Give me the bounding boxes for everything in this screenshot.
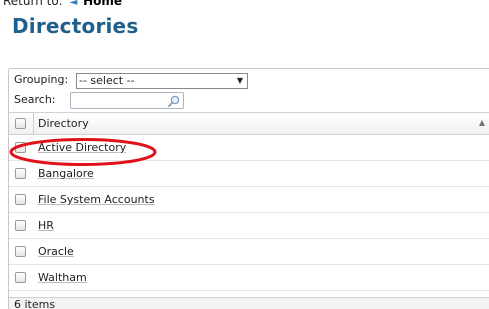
search-icon[interactable] bbox=[167, 94, 181, 108]
return-to-breadcrumb: Return to: ◄ Home bbox=[3, 0, 122, 8]
sort-ascending-icon[interactable]: ▲ bbox=[479, 118, 485, 127]
home-link[interactable]: Home bbox=[83, 0, 122, 8]
table-row[interactable]: File System Accounts bbox=[9, 187, 489, 213]
item-count: 6 items bbox=[14, 298, 56, 309]
directory-link[interactable]: Bangalore bbox=[38, 167, 94, 180]
grouping-selected-value: -- select -- bbox=[79, 74, 135, 87]
directories-page: Return to: ◄ Home Directories Grouping: … bbox=[0, 0, 489, 309]
directory-link[interactable]: Waltham bbox=[38, 271, 87, 284]
grouping-select[interactable]: -- select -- ▼ bbox=[76, 73, 248, 89]
row-checkbox[interactable] bbox=[15, 168, 26, 179]
directories-grid-panel: Grouping: -- select -- ▼ Search: Directo… bbox=[8, 68, 489, 309]
search-row: Search: bbox=[14, 92, 184, 109]
directory-link[interactable]: Oracle bbox=[38, 245, 74, 258]
page-title: Directories bbox=[12, 14, 139, 38]
row-checkbox[interactable] bbox=[15, 220, 26, 231]
table-row[interactable]: HR bbox=[9, 213, 489, 239]
back-arrow-icon: ◄ bbox=[69, 0, 78, 8]
column-divider bbox=[33, 113, 34, 134]
return-to-label: Return to: bbox=[3, 0, 63, 8]
table-row[interactable]: Active Directory bbox=[9, 135, 489, 161]
table-header-row: Directory ▲ bbox=[9, 112, 489, 135]
table-footer: 6 items bbox=[9, 297, 489, 309]
directory-link[interactable]: File System Accounts bbox=[38, 193, 155, 206]
grouping-row: Grouping: -- select -- ▼ bbox=[14, 73, 248, 89]
row-checkbox[interactable] bbox=[15, 246, 26, 257]
grouping-label: Grouping: bbox=[14, 73, 69, 86]
table-row[interactable]: Bangalore bbox=[9, 161, 489, 187]
directories-table: Directory ▲ Active Directory Bangalore F… bbox=[9, 112, 489, 291]
table-row[interactable]: Waltham bbox=[9, 265, 489, 291]
table-row[interactable]: Oracle bbox=[9, 239, 489, 265]
row-checkbox[interactable] bbox=[15, 272, 26, 283]
directory-link[interactable]: HR bbox=[38, 219, 54, 232]
row-checkbox[interactable] bbox=[15, 194, 26, 205]
select-all-checkbox[interactable] bbox=[15, 118, 26, 129]
directory-link[interactable]: Active Directory bbox=[38, 141, 126, 154]
chevron-down-icon[interactable]: ▼ bbox=[237, 74, 243, 88]
search-label: Search: bbox=[14, 93, 56, 106]
column-header-directory[interactable]: Directory bbox=[38, 117, 89, 130]
search-input[interactable] bbox=[70, 92, 184, 109]
row-checkbox[interactable] bbox=[15, 142, 26, 153]
